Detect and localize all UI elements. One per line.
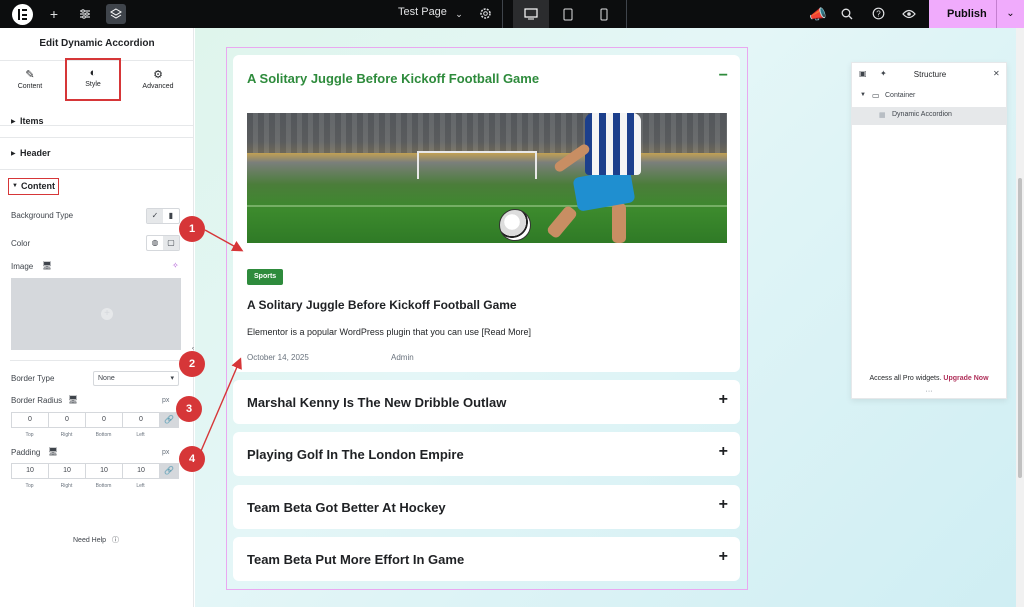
annotation-marker: 2 — [179, 351, 205, 377]
structure-row-label: Container — [885, 92, 916, 99]
resize-handle[interactable]: ··· — [852, 388, 1006, 395]
structure-panel: ▣ ✦ Structure ✕ ▼ ▭ Container ▦ Dynamic … — [851, 62, 1007, 399]
widget-grid-icon: ▦ — [879, 112, 886, 119]
structure-row-container[interactable]: ▼ ▭ Container — [852, 88, 1006, 106]
close-icon[interactable]: ✕ — [993, 69, 1000, 78]
annotation-marker: 4 — [179, 446, 205, 472]
annotation-marker: 3 — [176, 396, 202, 422]
upgrade-notice: Access all Pro widgets. Upgrade Now — [852, 375, 1006, 382]
container-icon: ▭ — [872, 91, 880, 100]
upgrade-notice-text: Access all Pro widgets. — [869, 375, 942, 382]
annotation-marker: 1 — [179, 216, 205, 242]
upgrade-now-link[interactable]: Upgrade Now — [943, 375, 988, 382]
caret-down-icon[interactable]: ▼ — [860, 92, 866, 98]
structure-row-dynamic-accordion[interactable]: ▦ Dynamic Accordion — [852, 107, 1006, 125]
structure-title: Structure — [913, 70, 947, 79]
structure-row-label: Dynamic Accordion — [892, 111, 952, 118]
